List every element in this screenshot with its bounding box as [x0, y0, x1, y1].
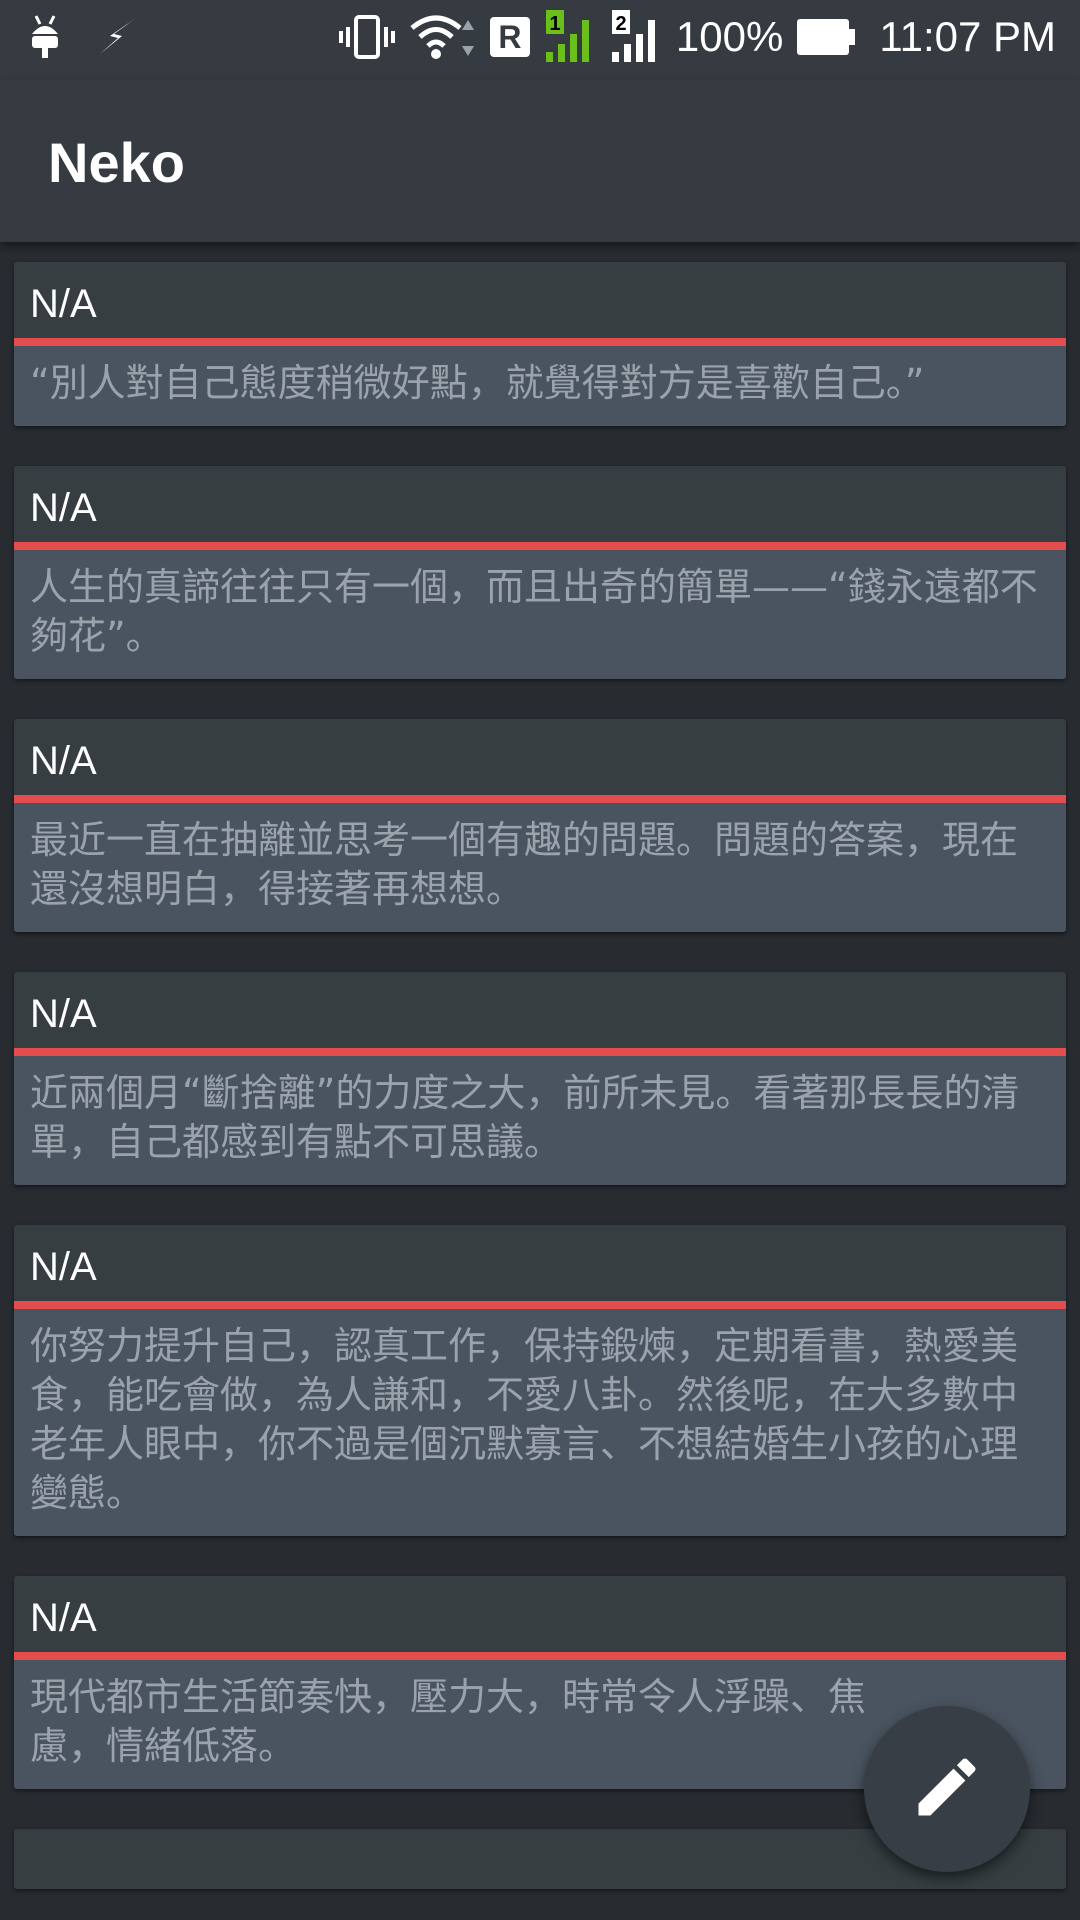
quote-card[interactable]: N/A 你努力提升自己，認真工作，保持鍛煉，定期看書，熱愛美食，能吃會做，為人謙… — [14, 1225, 1066, 1536]
card-text: 人生的真諦往往只有一個，而且出奇的簡單——“錢永遠都不夠花”。 — [14, 550, 1066, 679]
battery-percent: 100% — [675, 13, 784, 60]
vibrate-icon — [338, 13, 396, 61]
card-title: N/A — [14, 1576, 1066, 1652]
card-text: 最近一直在抽離並思考一個有趣的問題。問題的答案，現在還沒想明白，得接著再想想。 — [14, 803, 1066, 932]
flash-icon — [96, 16, 140, 56]
quote-card[interactable]: N/A “別人對自己態度稍微好點，就覺得對方是喜歡自己。” — [14, 262, 1066, 426]
signal-sim2-icon: 2 — [610, 10, 662, 64]
wifi-icon — [410, 12, 476, 62]
clock-time: 11:07 PM — [879, 13, 1056, 60]
sim2-label: 2 — [615, 13, 626, 35]
quote-card[interactable]: N/A 近兩個月“斷捨離”的力度之大，前所未見。看著那長長的清單，自己都感到有點… — [14, 972, 1066, 1185]
card-accent-bar — [14, 1301, 1066, 1309]
status-bar: R 1 2 100% 11:07 PM — [0, 0, 1080, 80]
app-title: Neko — [48, 131, 185, 194]
sim1-label: 1 — [549, 13, 560, 35]
quote-list[interactable]: N/A “別人對自己態度稍微好點，就覺得對方是喜歡自己。” N/A 人生的真諦往… — [14, 262, 1066, 1889]
roaming-badge: R — [489, 17, 530, 57]
signal-sim1-icon: 1 — [544, 10, 596, 64]
card-accent-bar — [14, 795, 1066, 803]
card-title: N/A — [14, 972, 1066, 1048]
card-accent-bar — [14, 1048, 1066, 1056]
card-text: 近兩個月“斷捨離”的力度之大，前所未見。看著那長長的清單，自己都感到有點不可思議… — [14, 1056, 1066, 1185]
battery-icon — [797, 17, 857, 57]
edit-fab-button[interactable] — [864, 1706, 1030, 1872]
card-title: N/A — [14, 262, 1066, 338]
card-title: N/A — [14, 466, 1066, 542]
quote-card[interactable]: N/A 最近一直在抽離並思考一個有趣的問題。問題的答案，現在還沒想明白，得接著再… — [14, 719, 1066, 932]
app-bar: Neko — [0, 80, 1080, 242]
edit-pencil-icon — [909, 1749, 985, 1829]
card-text: “別人對自己態度稍微好點，就覺得對方是喜歡自己。” — [14, 346, 1066, 426]
card-accent-bar — [14, 542, 1066, 550]
quote-card[interactable]: N/A 人生的真諦往往只有一個，而且出奇的簡單——“錢永遠都不夠花”。 — [14, 466, 1066, 679]
card-accent-bar — [14, 1652, 1066, 1660]
card-accent-bar — [14, 338, 1066, 346]
card-title: N/A — [14, 719, 1066, 795]
android-icon — [30, 12, 60, 60]
card-title: N/A — [14, 1225, 1066, 1301]
card-text: 你努力提升自己，認真工作，保持鍛煉，定期看書，熱愛美食，能吃會做，為人謙和，不愛… — [14, 1309, 1066, 1536]
